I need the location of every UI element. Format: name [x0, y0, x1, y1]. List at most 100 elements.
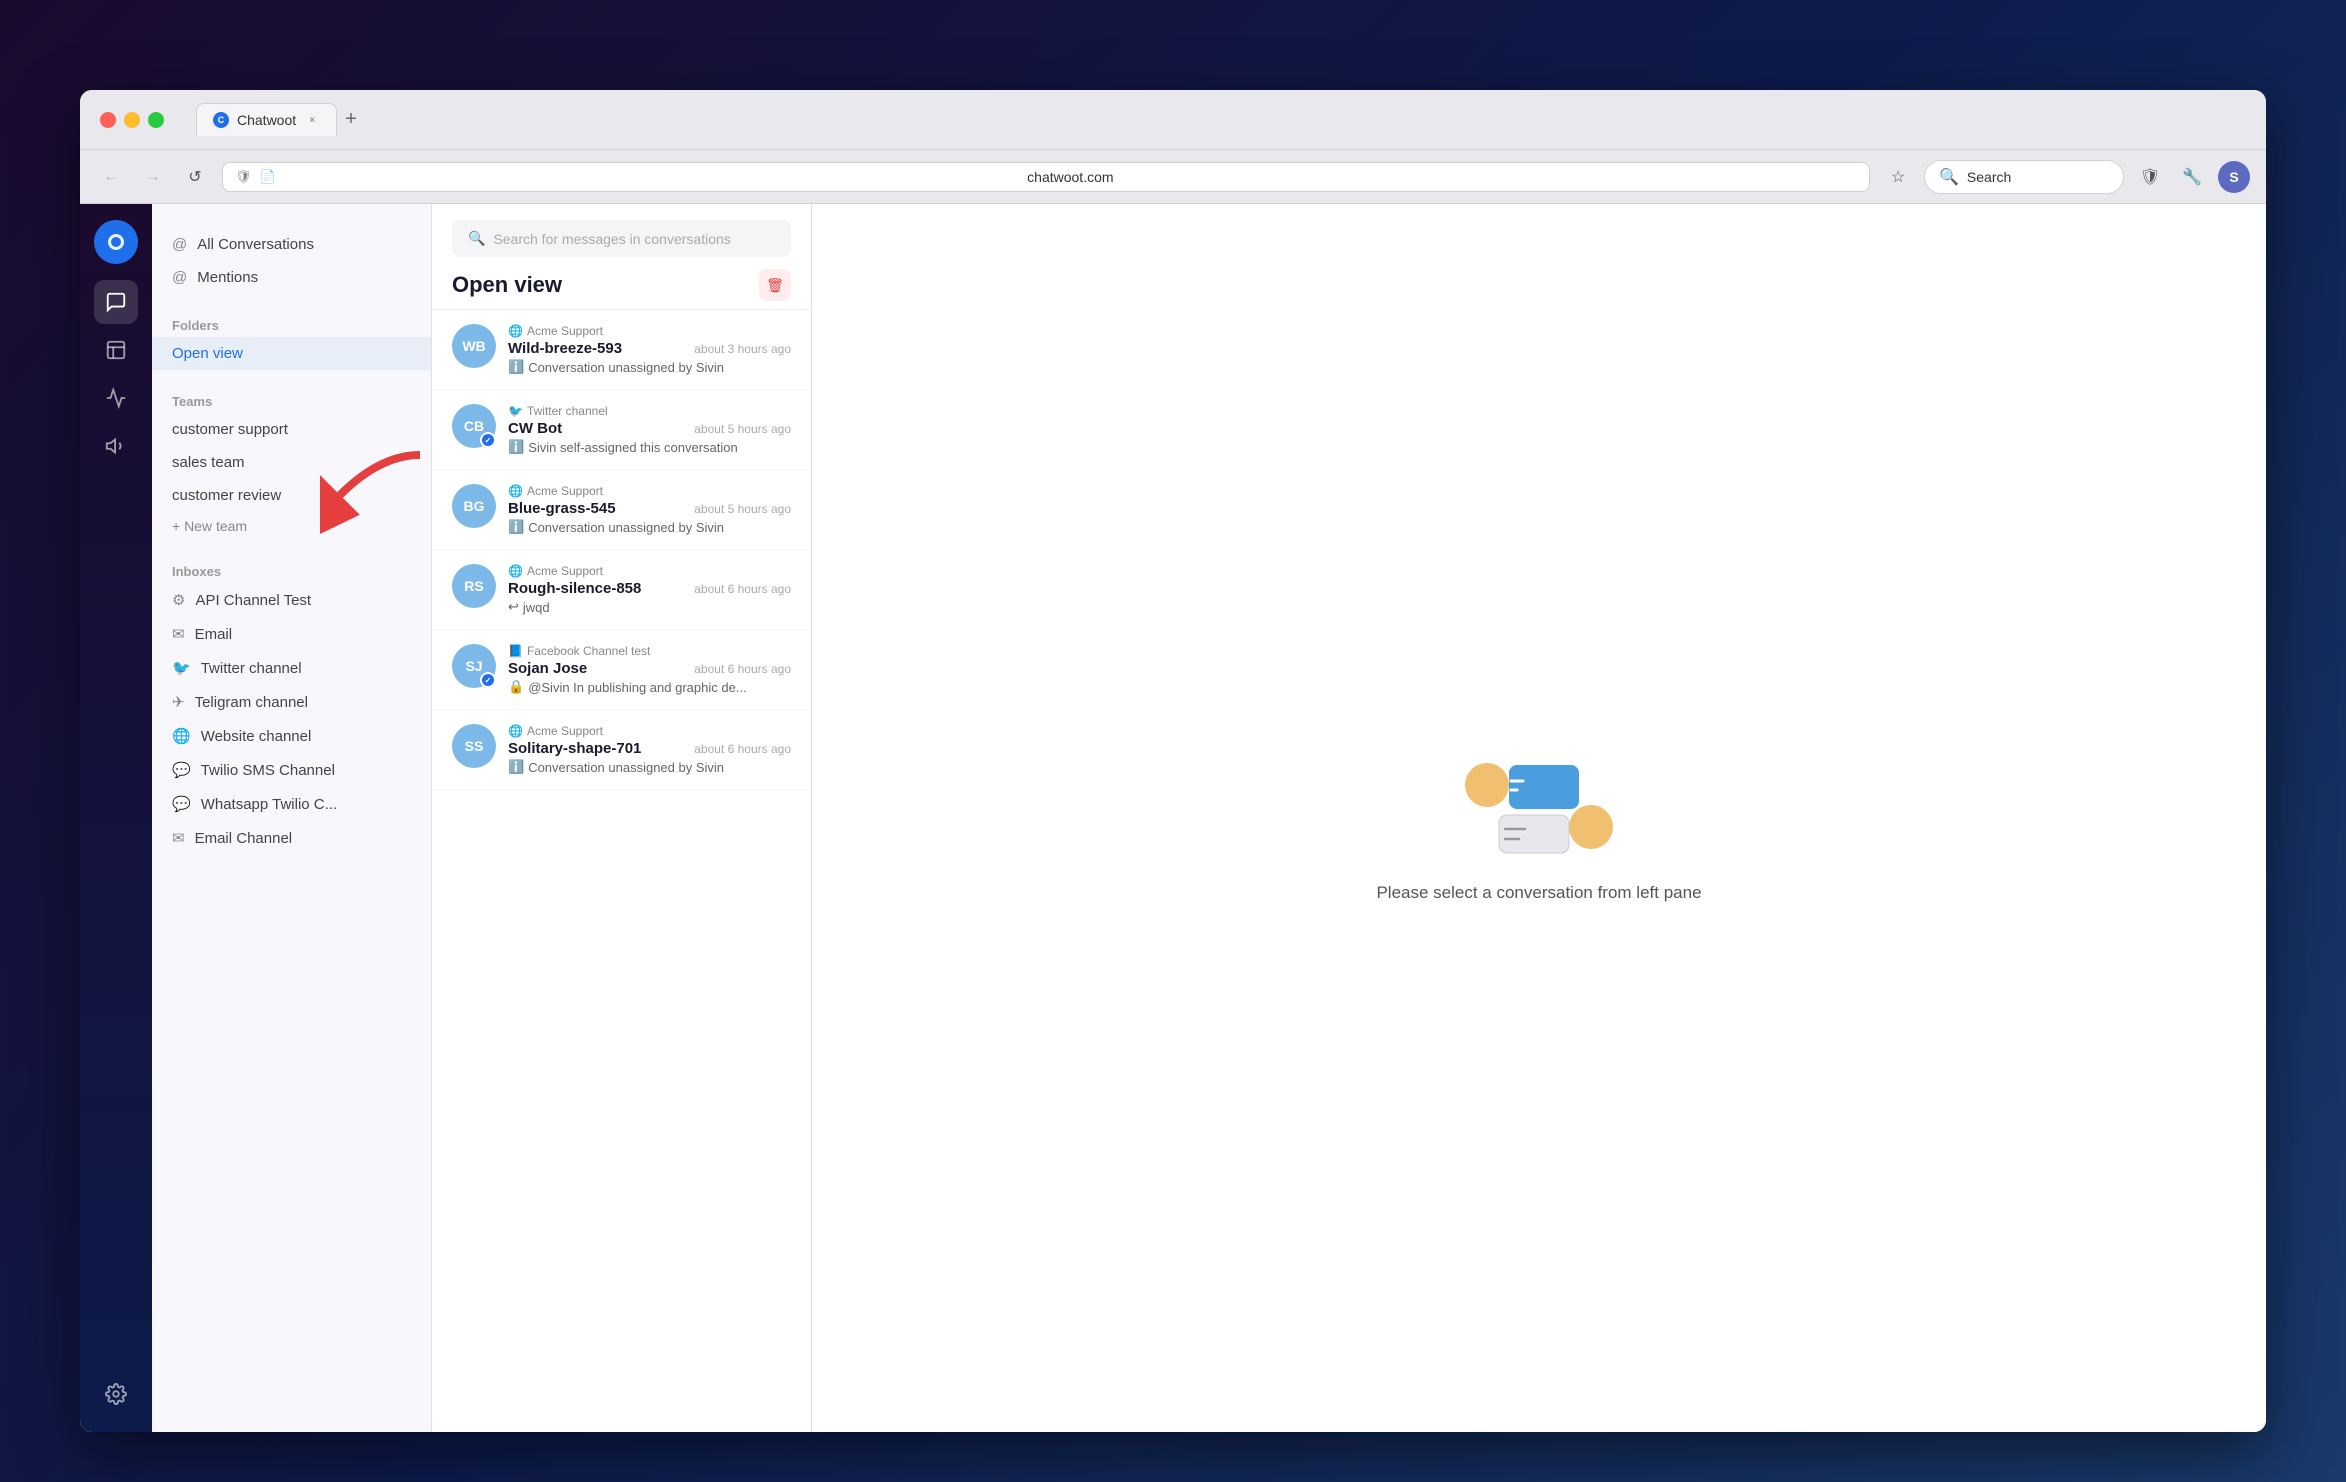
- app-logo[interactable]: [94, 220, 138, 264]
- search-icon: 🔍: [1939, 167, 1959, 187]
- avatar-wb: WB: [452, 324, 496, 368]
- conv-content-bg: 🌐 Acme Support Blue-grass-545 about 5 ho…: [508, 484, 791, 535]
- back-btn[interactable]: ←: [96, 162, 126, 192]
- tools-icon[interactable]: 🔧: [2176, 161, 2208, 193]
- sidebar-item-label-api-channel: API Channel Test: [195, 592, 311, 609]
- empty-illustration: [1449, 733, 1629, 863]
- sidebar-item-website-channel[interactable]: 🌐 Website channel: [152, 719, 431, 753]
- conv-content-ss: 🌐 Acme Support Solitary-shape-701 about …: [508, 724, 791, 775]
- conv-name-row-bg: Blue-grass-545 about 5 hours ago: [508, 500, 791, 517]
- avatar-bg: BG: [452, 484, 496, 528]
- conv-item-solitary-shape[interactable]: SS 🌐 Acme Support Solitary-shape-701 abo…: [432, 710, 811, 790]
- sms-icon: 💬: [172, 761, 191, 779]
- conv-content-cb: 🐦 Twitter channel CW Bot about 5 hours a…: [508, 404, 791, 455]
- conv-preview-ss: ℹ️ Conversation unassigned by Sivin: [508, 759, 791, 775]
- conv-title-row: Open view 🗑: [452, 269, 791, 301]
- star-btn[interactable]: ☆: [1882, 161, 1914, 193]
- address-bar[interactable]: chatwoot.com: [284, 169, 1857, 185]
- avatar-cb: CB ✓: [452, 404, 496, 448]
- doc-icon: 📄: [260, 169, 276, 185]
- twitter-icon: 🐦: [172, 659, 191, 677]
- sidebar-item-telegram-channel[interactable]: ✈ Teligram channel: [152, 685, 431, 719]
- conv-delete-btn[interactable]: 🗑: [759, 269, 791, 301]
- forward-btn[interactable]: →: [138, 162, 168, 192]
- maximize-window-btn[interactable]: [148, 112, 164, 128]
- conv-items: WB 🌐 Acme Support Wild-breeze-593 about …: [432, 310, 811, 1432]
- reply-icon-3: ↩: [508, 599, 519, 615]
- info-icon-2: ℹ️: [508, 519, 524, 535]
- sidebar-item-api-channel[interactable]: ⚙ API Channel Test: [152, 583, 431, 617]
- conv-item-blue-grass[interactable]: BG 🌐 Acme Support Blue-grass-545 about 5…: [432, 470, 811, 550]
- conv-preview-cb: ℹ️ Sivin self-assigned this conversation: [508, 439, 791, 455]
- email-channel-icon: ✉: [172, 829, 185, 847]
- sidebar-item-email[interactable]: ✉ Email: [152, 617, 431, 651]
- sidebar-inboxes: Inboxes ⚙ API Channel Test ✉ Email 🐦 Twi…: [152, 548, 431, 863]
- sidebar-item-label-customer-support: customer support: [172, 421, 288, 438]
- conv-item-cw-bot[interactable]: CB ✓ 🐦 Twitter channel CW Bot about 5 ho…: [432, 390, 811, 470]
- nav-settings[interactable]: [94, 1372, 138, 1416]
- address-bar-wrap[interactable]: 🛡 📄 chatwoot.com: [222, 162, 1870, 192]
- conversation-list: 🔍 Search for messages in conversations O…: [432, 204, 812, 1432]
- conv-content-wb: 🌐 Acme Support Wild-breeze-593 about 3 h…: [508, 324, 791, 375]
- conv-name-row-sj: Sojan Jose about 6 hours ago: [508, 660, 791, 677]
- close-window-btn[interactable]: [100, 112, 116, 128]
- sidebar-item-customer-support[interactable]: customer support: [152, 413, 431, 446]
- avatar-rs: RS: [452, 564, 496, 608]
- sidebar-item-sales-team[interactable]: sales team: [152, 446, 431, 479]
- sidebar-item-label-telegram: Teligram channel: [195, 694, 308, 711]
- email-icon: ✉: [172, 625, 185, 643]
- new-tab-btn[interactable]: +: [337, 108, 365, 131]
- acme-support-icon-2: 🌐: [508, 484, 523, 498]
- tab-chatwoot[interactable]: C Chatwoot ×: [196, 103, 337, 136]
- conv-item-wild-breeze[interactable]: WB 🌐 Acme Support Wild-breeze-593 about …: [432, 310, 811, 390]
- sidebar-item-whatsapp-twilio[interactable]: 💬 Whatsapp Twilio C...: [152, 787, 431, 821]
- conv-preview-sj: 🔒 @Sivin In publishing and graphic de...: [508, 679, 791, 695]
- profile-btn[interactable]: S: [2218, 161, 2250, 193]
- conv-item-sojan-jose[interactable]: SJ ✓ 📘 Facebook Channel test Sojan Jose …: [432, 630, 811, 710]
- nav-campaigns[interactable]: [94, 424, 138, 468]
- sidebar-item-email-channel[interactable]: ✉ Email Channel: [152, 821, 431, 855]
- sidebar-main-nav: @ All Conversations @ Mentions: [152, 220, 431, 302]
- mentions-icon: @: [172, 269, 187, 286]
- avatar-sj: SJ ✓: [452, 644, 496, 688]
- conv-name-row-ss: Solitary-shape-701 about 6 hours ago: [508, 740, 791, 757]
- shield-icon: 🛡: [235, 169, 252, 185]
- sidebar-item-label-mentions: Mentions: [197, 269, 258, 286]
- website-icon: 🌐: [172, 727, 191, 745]
- sidebar-item-label-email: Email: [195, 626, 233, 643]
- sidebar-item-label-sales-team: sales team: [172, 454, 245, 471]
- browser-toolbar: ← → ↺ 🛡 📄 chatwoot.com ☆ 🔍 Search 🛡 🔧 S: [80, 150, 2266, 204]
- pocket-icon[interactable]: 🛡: [2134, 161, 2166, 193]
- sidebar-item-twilio-sms[interactable]: 💬 Twilio SMS Channel: [152, 753, 431, 787]
- acme-support-icon-0: 🌐: [508, 324, 523, 338]
- conv-search-box[interactable]: 🔍 Search for messages in conversations: [452, 220, 791, 257]
- minimize-window-btn[interactable]: [124, 112, 140, 128]
- telegram-icon: ✈: [172, 693, 185, 711]
- avatar-ss: SS: [452, 724, 496, 768]
- sidebar-item-label-twitter: Twitter channel: [201, 660, 302, 677]
- sidebar-item-open-view[interactable]: Open view: [152, 337, 431, 370]
- app-layout: @ All Conversations @ Mentions Folders O…: [80, 204, 2266, 1432]
- nav-conversations[interactable]: [94, 280, 138, 324]
- browser-search-box[interactable]: 🔍 Search: [1924, 160, 2124, 194]
- conv-name-row-rs: Rough-silence-858 about 6 hours ago: [508, 580, 791, 597]
- conv-list-header: 🔍 Search for messages in conversations O…: [432, 204, 811, 310]
- sidebar-item-label-whatsapp: Whatsapp Twilio C...: [201, 796, 337, 813]
- badge-sj: ✓: [480, 672, 496, 688]
- sidebar-teams: Teams customer support sales team custom…: [152, 378, 431, 548]
- nav-contacts[interactable]: [94, 328, 138, 372]
- nav-reports[interactable]: [94, 376, 138, 420]
- conv-name-row-wb: Wild-breeze-593 about 3 hours ago: [508, 340, 791, 357]
- conv-name-row-cb: CW Bot about 5 hours ago: [508, 420, 791, 437]
- tab-close-btn[interactable]: ×: [304, 112, 320, 128]
- info-icon-1: ℹ️: [508, 439, 524, 455]
- refresh-btn[interactable]: ↺: [180, 162, 210, 192]
- sidebar-item-customer-review[interactable]: customer review: [152, 479, 431, 512]
- toolbar-right: ☆ 🔍 Search 🛡 🔧 S: [1882, 160, 2250, 194]
- conv-item-rough-silence[interactable]: RS 🌐 Acme Support Rough-silence-858 abou…: [432, 550, 811, 630]
- sidebar-item-all-conversations[interactable]: @ All Conversations: [152, 228, 431, 261]
- api-icon: ⚙: [172, 591, 185, 609]
- new-team-btn[interactable]: + New team: [152, 512, 431, 540]
- sidebar-item-mentions[interactable]: @ Mentions: [152, 261, 431, 294]
- sidebar-item-twitter-channel[interactable]: 🐦 Twitter channel: [152, 651, 431, 685]
